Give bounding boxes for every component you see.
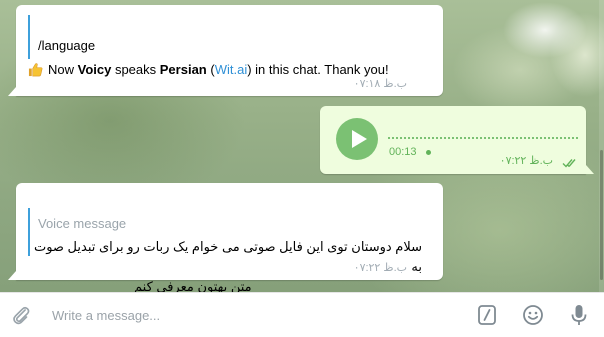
message-time: ب.ظ ۰۷:۱۸ xyxy=(353,78,407,90)
scrollbar-track[interactable] xyxy=(599,0,604,292)
microphone-icon[interactable] xyxy=(568,303,590,327)
play-button[interactable] xyxy=(336,118,378,160)
paperclip-icon[interactable] xyxy=(10,304,32,326)
voice-duration: 00:13 xyxy=(389,146,417,158)
incoming-transcription-message[interactable]: Voice message سلام دوستان توی این فایل ص… xyxy=(8,183,443,292)
scrollbar-thumb[interactable] xyxy=(600,150,603,280)
transcription-line-2: متن بهتون معرفی کنم xyxy=(134,279,252,292)
reply-quote-bar xyxy=(28,15,30,59)
unplayed-dot xyxy=(426,150,431,155)
outgoing-voice-message[interactable]: 00:13 ب.ظ ۰۷:۲۲ xyxy=(320,106,594,174)
message-input[interactable] xyxy=(44,303,440,327)
message-text-mid: speaks xyxy=(111,62,160,77)
wit-ai-link[interactable]: Wit.ai xyxy=(215,62,248,77)
message-text-pre: Now xyxy=(48,62,78,77)
smile-icon[interactable] xyxy=(522,304,544,326)
message-text-post: ) in this chat. Thank you! xyxy=(247,62,389,77)
voice-waveform[interactable] xyxy=(388,136,578,140)
reply-voice-label: Voice message xyxy=(38,216,127,231)
incoming-message-language[interactable]: /language Now Voicy speaks Persian (Wit.… xyxy=(8,5,443,96)
bot-name: Voicy xyxy=(77,62,112,77)
message-time: ب.ظ ۰۷:۲۲ xyxy=(499,155,553,167)
slash-command-icon[interactable] xyxy=(476,304,498,326)
message-time: ب.ظ ۰۷:۲۲ xyxy=(353,262,407,274)
message-text-open: ( xyxy=(206,62,215,77)
chat-background: /language Now Voicy speaks Persian (Wit.… xyxy=(0,0,604,292)
double-check-icon xyxy=(562,159,576,168)
language-name: Persian xyxy=(159,62,207,77)
thumbs-up-emoji-icon xyxy=(28,63,43,77)
play-icon xyxy=(352,130,367,148)
message-composer xyxy=(0,292,604,337)
message-text: Now Voicy speaks Persian (Wit.ai) in thi… xyxy=(28,62,389,77)
reply-command-text: /language xyxy=(38,38,96,53)
